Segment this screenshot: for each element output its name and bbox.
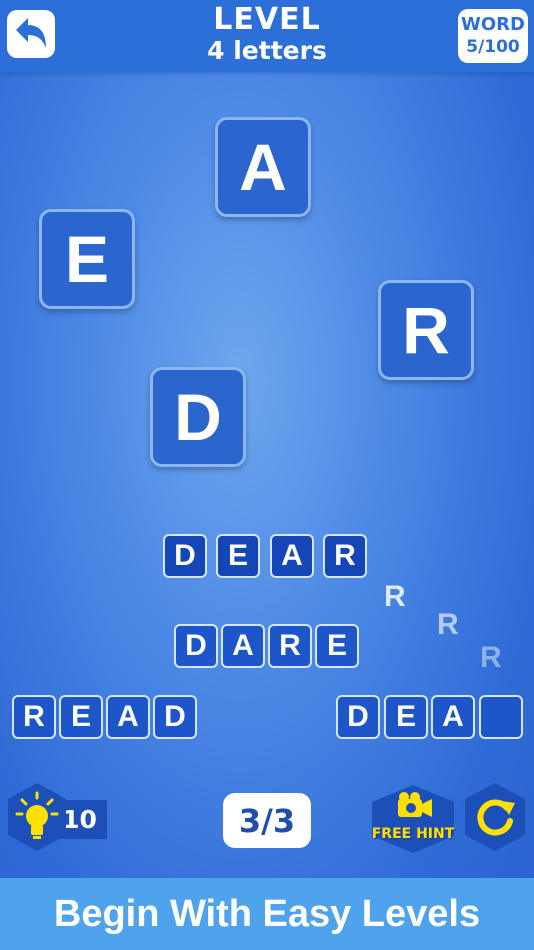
word-cell: D [174,624,218,668]
letter-tile-e[interactable]: E [39,209,135,309]
word-cell: E [315,624,359,668]
refresh-icon [465,783,525,851]
word-cell: R [12,695,56,739]
word-cell: R [323,534,367,578]
promo-banner: Begin With Easy Levels [0,878,534,950]
letter-tile-r[interactable]: R [378,280,474,380]
flying-letter: R [480,641,502,674]
shuffle-button[interactable] [463,781,527,853]
word-cell: D [163,534,207,578]
letter-tile-a[interactable]: A [215,117,311,217]
lightbulb-icon [8,783,66,851]
word-cell: R [268,624,312,668]
word-cell: E [216,534,260,578]
word-cell: A [270,534,314,578]
flying-letter: R [437,608,459,641]
free-hint-label: FREE HINT [371,826,455,842]
word-progress: 5/100 [466,37,520,57]
free-hint-button[interactable] [370,785,456,853]
hint-button[interactable] [6,781,68,853]
video-camera-icon [372,785,454,853]
word-label: WORD [461,14,525,35]
word-cell: A [106,695,150,739]
word-cell-empty [479,695,523,739]
word-cell: A [431,695,475,739]
letter-tile-d[interactable]: D [150,367,246,467]
word-cell: E [59,695,103,739]
word-cell: D [153,695,197,739]
top-bar: LEVEL 4 letters WORD 5/100 [0,0,534,72]
level-subtitle: 4 letters [207,36,327,65]
level-title: LEVEL [213,2,321,37]
word-progress-badge: WORD 5/100 [458,9,528,63]
flying-letter: R [384,580,406,613]
word-cell: E [384,695,428,739]
word-cell: A [221,624,265,668]
word-cell: D [336,695,380,739]
found-words-progress: 3/3 [223,793,311,848]
